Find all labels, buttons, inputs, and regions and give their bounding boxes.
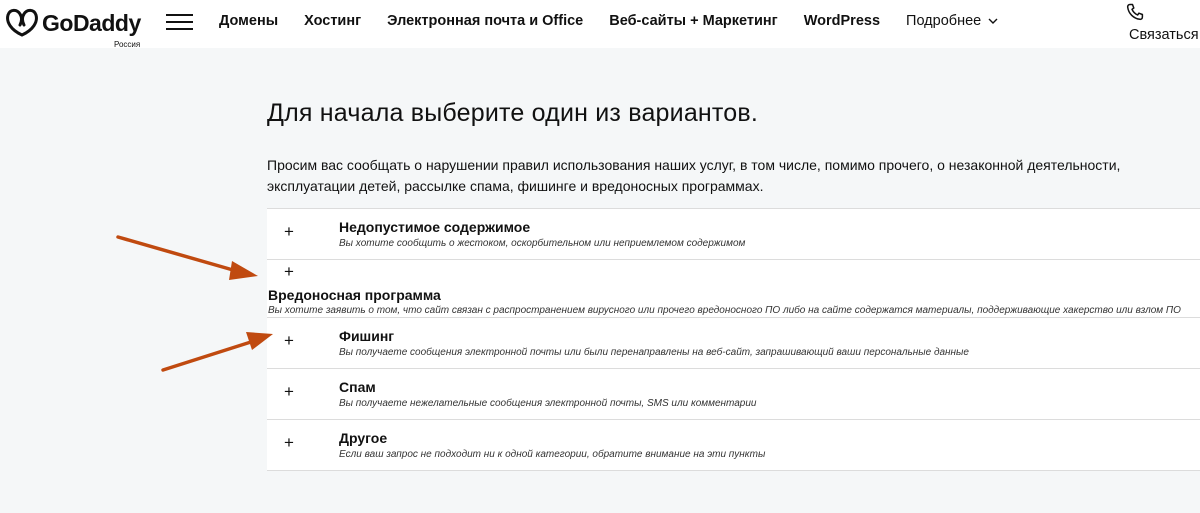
phone-icon <box>1126 3 1144 21</box>
top-header: GoDaddy Россия Домены Хостинг Электронна… <box>0 0 1200 49</box>
option-malware[interactable]: + Вредоносная программа Вы хотите заявит… <box>267 260 1200 318</box>
nav-item-email-office[interactable]: Электронная почта и Office <box>387 13 583 29</box>
option-phishing[interactable]: + Фишинг Вы получаете сообщения электрон… <box>267 318 1200 369</box>
nav-item-hosting[interactable]: Хостинг <box>304 13 361 29</box>
godaddy-logo[interactable]: GoDaddy Россия <box>5 8 145 52</box>
option-description: Вы получаете сообщения электронной почты… <box>339 347 969 358</box>
option-inappropriate-content[interactable]: + Недопустимое содержимое Вы хотите сооб… <box>267 209 1200 260</box>
expand-plus-icon[interactable]: + <box>284 262 294 282</box>
main-nav: Домены Хостинг Электронная почта и Offic… <box>219 13 998 29</box>
annotation-arrow-icon <box>116 235 258 280</box>
expand-plus-icon[interactable]: + <box>284 382 294 402</box>
annotation-arrow-icon <box>161 332 273 372</box>
option-description: Если ваш запрос не подходит ни к одной к… <box>339 449 766 460</box>
option-title: Спам <box>339 379 376 395</box>
nav-item-websites-marketing[interactable]: Веб-сайты + Маркетинг <box>609 13 777 29</box>
report-options-list: + Недопустимое содержимое Вы хотите сооб… <box>267 208 1200 471</box>
page-title: Для начала выберите один из вариантов. <box>267 99 759 127</box>
option-description: Вы хотите сообщить о жестоком, оскорбите… <box>339 238 746 249</box>
option-description: Вы хотите заявить о том, что сайт связан… <box>268 305 1181 316</box>
nav-item-wordpress[interactable]: WordPress <box>804 13 880 29</box>
option-title: Недопустимое содержимое <box>339 219 531 235</box>
option-spam[interactable]: + Спам Вы получаете нежелательные сообще… <box>267 369 1200 420</box>
expand-plus-icon[interactable]: + <box>284 433 294 453</box>
option-title: Фишинг <box>339 328 395 344</box>
logo-wordmark: GoDaddy <box>42 10 141 36</box>
hamburger-icon[interactable] <box>166 14 193 30</box>
nav-item-domains[interactable]: Домены <box>219 13 278 29</box>
expand-plus-icon[interactable]: + <box>284 331 294 351</box>
contact-label: Связаться с <box>1129 27 1200 43</box>
contact-us-button[interactable]: Связаться с <box>1124 3 1200 47</box>
chevron-down-icon <box>988 18 998 24</box>
option-other[interactable]: + Другое Если ваш запрос не подходит ни … <box>267 420 1200 471</box>
intro-text: Просим вас сообщать о нарушении правил и… <box>267 157 1121 194</box>
godaddy-logo-icon <box>6 8 38 37</box>
option-description: Вы получаете нежелательные сообщения эле… <box>339 398 757 409</box>
option-title: Вредоносная программа <box>268 287 441 303</box>
logo-region-label: Россия <box>114 40 141 49</box>
expand-plus-icon[interactable]: + <box>284 222 294 242</box>
nav-item-more[interactable]: Подробнее <box>906 13 998 29</box>
nav-more-label: Подробнее <box>906 13 982 29</box>
option-title: Другое <box>339 430 388 446</box>
